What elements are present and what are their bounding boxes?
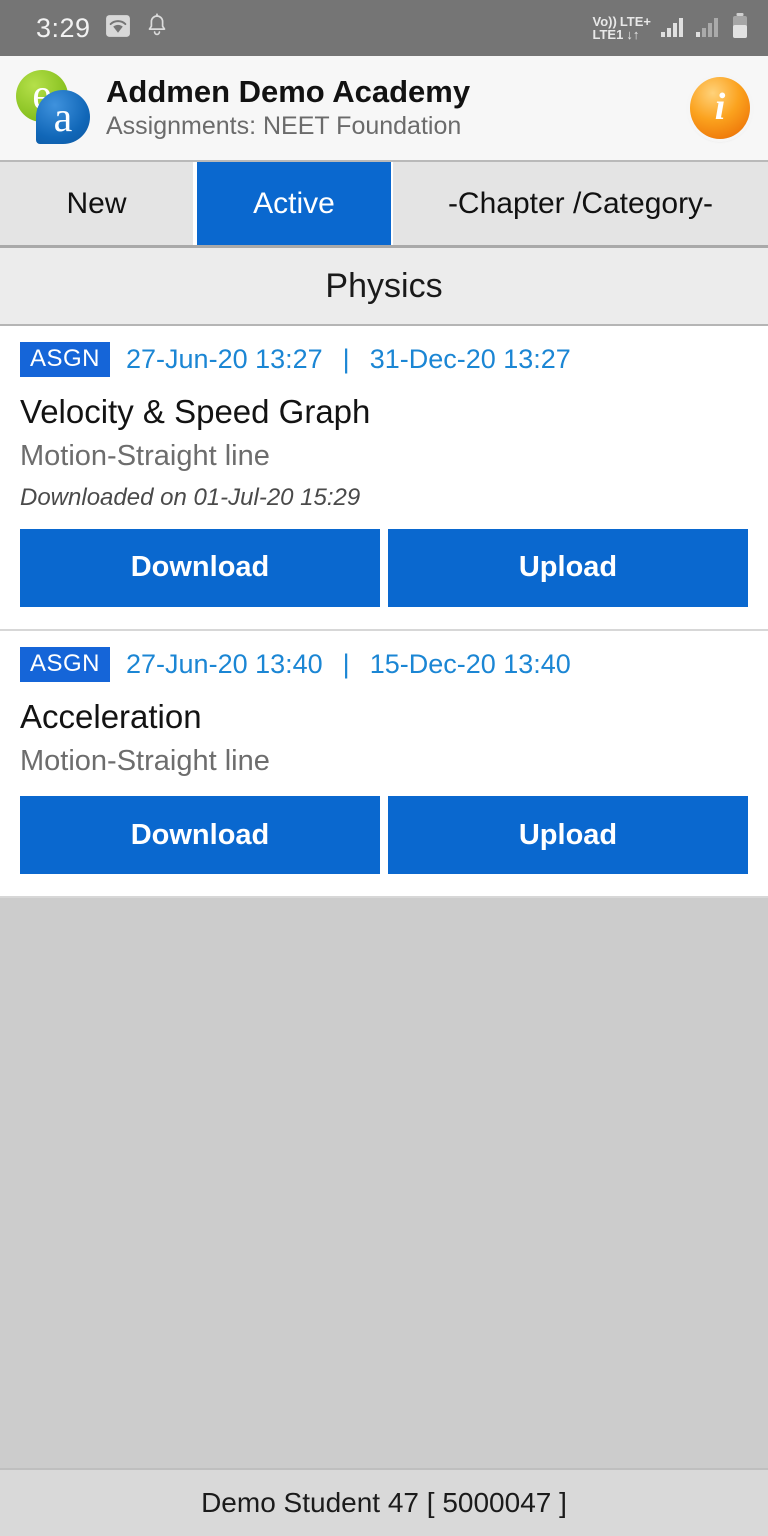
section-header-physics: Physics [0,248,768,326]
assignment-title: Acceleration [20,697,202,735]
status-badge: ASGN [20,646,111,682]
info-icon[interactable]: i [690,77,750,139]
status-bar-right: Vo)) LTE+ LTE1 ↓↑ [593,12,751,45]
assignment-meta-row: ASGN 27-Jun-20 13:27 | 31-Dec-20 13:27 [20,342,748,377]
assignment-downloaded-note: Downloaded on 01-Jul-20 15:29 [20,483,361,511]
page-title: Addmen Demo Academy [106,74,471,110]
logo-a-drop: a [36,90,90,144]
assignment-due-date: 31-Dec-20 13:27 [369,344,571,374]
tab-bar: New Active -Chapter /Category- [0,162,768,248]
upload-button[interactable]: Upload [388,796,748,875]
footer-student-info: Demo Student 47 [ 5000047 ] [0,1468,768,1536]
status-bar-left: 3:29 [36,13,169,44]
assignment-chapter: Motion-Straight line [20,439,270,472]
assignment-list: ASGN 27-Jun-20 13:27 | 31-Dec-20 13:27 V… [0,326,768,899]
signal-bars-icon-sim1 [660,13,688,44]
date-separator: | [342,344,350,374]
app-header: e a Addmen Demo Academy Assignments: NEE… [0,56,768,162]
empty-content-area [0,898,768,1468]
wifi-icon [105,13,131,44]
upload-button[interactable]: Upload [388,528,748,607]
assignment-due-date: 15-Dec-20 13:40 [369,648,571,679]
assignment-card[interactable]: ASGN 27-Jun-20 13:27 | 31-Dec-20 13:27 V… [0,326,768,631]
battery-icon [730,12,750,45]
assignment-chapter: Motion-Straight line [20,744,270,777]
header-text-block: Addmen Demo Academy Assignments: NEET Fo… [92,73,690,142]
assignment-meta-row: ASGN 27-Jun-20 13:40 | 15-Dec-20 13:40 [20,646,748,682]
assignment-card[interactable]: ASGN 27-Jun-20 13:40 | 15-Dec-20 13:40 A… [0,630,768,899]
logo-letter-a: a [53,94,73,141]
status-clock: 3:29 [36,12,91,43]
assignment-start-date: 27-Jun-20 13:40 [126,648,323,679]
assignment-title: Velocity & Speed Graph [20,393,371,430]
volte-indicator: Vo)) LTE+ LTE1 ↓↑ [593,15,652,41]
status-bar: 3:29 Vo)) LTE+ LTE1 ↓↑ [0,0,768,56]
assignment-start-date: 27-Jun-20 13:27 [126,344,323,374]
info-icon-glyph: i [714,86,726,128]
download-button[interactable]: Download [20,528,380,607]
page-subtitle: Assignments: NEET Foundation [106,112,462,141]
tab-active[interactable]: Active [195,162,393,245]
tab-new[interactable]: New [0,162,195,245]
download-button[interactable]: Download [20,796,380,875]
bell-icon [145,12,169,44]
date-separator: | [342,648,350,679]
volte-label-bottom: LTE1 [592,27,624,42]
app-logo-icon: e a [14,68,92,148]
tab-chapter-category[interactable]: -Chapter /Category- [393,162,768,245]
app-root: 3:29 Vo)) LTE+ LTE1 ↓↑ e a Addmen Demo A… [0,0,768,1536]
assignment-action-row: Download Upload [20,796,748,875]
status-badge: ASGN [20,342,111,377]
data-transfer-arrows-icon: ↓↑ [626,27,640,42]
assignment-action-row: Download Upload [20,528,748,607]
signal-bars-icon-sim2 [695,13,723,44]
